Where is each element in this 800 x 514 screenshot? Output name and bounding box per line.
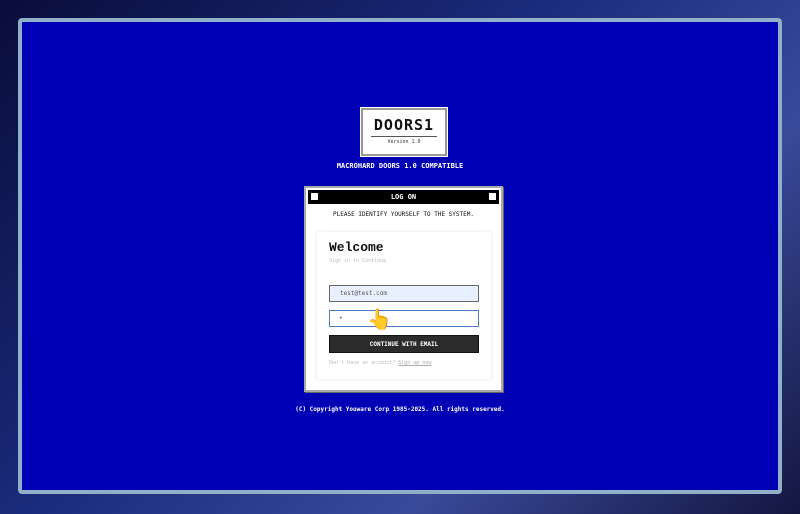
app-window: DOORS1 Version 1.0 MACROHARD DOORS 1.0 C…: [18, 18, 782, 494]
dialog-title: LOG ON: [390, 193, 417, 201]
logo-divider: [371, 136, 437, 137]
copyright: (C) Copyright Youware Corp 1985-2025. Al…: [295, 406, 505, 413]
subtitle: MACROHARD DOORS 1.0 COMPATIBLE: [336, 162, 464, 170]
password-input[interactable]: •: [329, 310, 479, 327]
logo: DOORS1 Version 1.0: [361, 108, 447, 156]
logo-title: DOORS1: [373, 116, 435, 134]
pointer-hand-cursor-icon: 👆: [367, 307, 392, 331]
logon-dialog: LOG ON PLEASE IDENTIFY YOURSELF TO THE S…: [304, 186, 503, 392]
login-card: Welcome Sign in to Continue test@test.co…: [317, 232, 491, 379]
dialog-message: PLEASE IDENTIFY YOURSELF TO THE SYSTEM.: [333, 211, 474, 218]
signup-prompt: Don't have an account?: [329, 360, 396, 366]
signup-link[interactable]: Sign up now: [398, 360, 431, 366]
continue-with-email-button[interactable]: CONTINUE WITH EMAIL: [329, 335, 479, 353]
signup-row: Don't have an account? Sign up now: [329, 360, 431, 366]
logo-version: Version 1.0: [387, 139, 421, 145]
dialog-titlebar: LOG ON: [308, 190, 499, 204]
welcome-heading: Welcome: [329, 240, 384, 255]
window-maximize-icon[interactable]: [489, 193, 496, 200]
email-input[interactable]: test@test.com: [329, 285, 479, 302]
signin-subheading: Sign in to Continue: [329, 258, 387, 264]
window-menu-icon[interactable]: [311, 193, 318, 200]
